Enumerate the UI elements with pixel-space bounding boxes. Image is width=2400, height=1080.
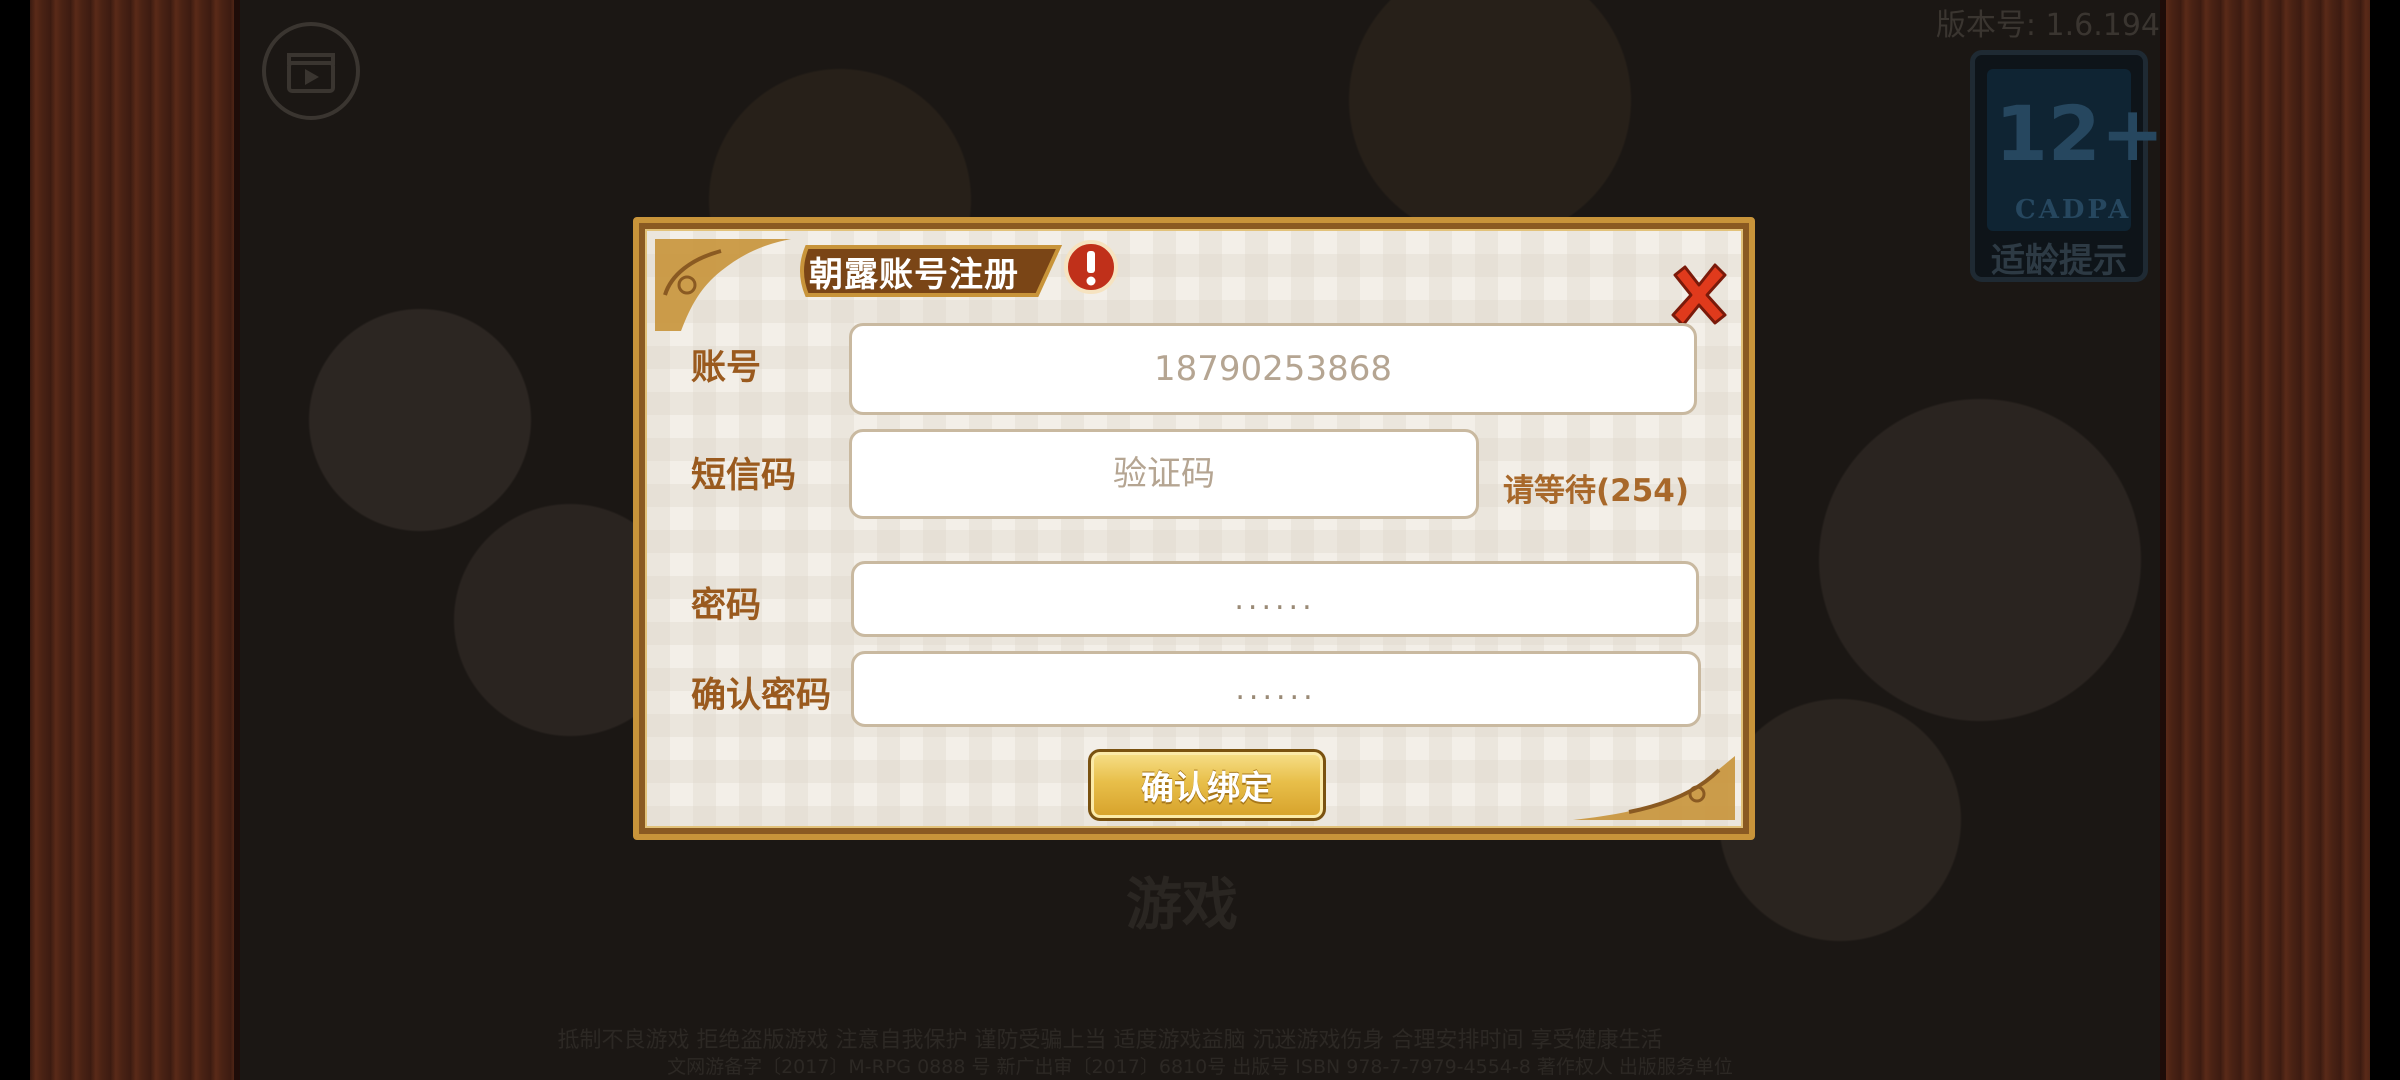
age-rating-panel: 12+ CADPA: [1987, 69, 2164, 231]
resend-countdown: 请等待(254): [1503, 473, 1690, 509]
dialog-body: 朝露账号注册 账号 短信码 请等待(254) 密码 ...... 确认密码 ..…: [645, 229, 1743, 828]
account-input[interactable]: [852, 348, 1694, 390]
video-icon[interactable]: [262, 22, 360, 120]
account-field[interactable]: [849, 323, 1697, 415]
register-dialog: 朝露账号注册 账号 短信码 请等待(254) 密码 ...... 确认密码 ..…: [633, 217, 1755, 840]
wood-frame-right: [2160, 0, 2370, 1080]
health-notice: 抵制不良游戏 拒绝盗版游戏 注意自我保护 谨防受骗上当 适度游戏益脑 沉迷游戏伤…: [557, 1028, 1663, 1053]
confirm-bind-button[interactable]: 确认绑定: [1088, 749, 1326, 821]
close-icon[interactable]: [1663, 259, 1735, 331]
game-logo-text: 游戏: [1126, 873, 1238, 938]
confirm-password-label: 确认密码: [691, 676, 832, 716]
age-rating-badge[interactable]: 12+ CADPA 适龄提示: [1970, 50, 2164, 282]
age-rating-org: CADPA: [2015, 195, 2132, 225]
dialog-title: 朝露账号注册: [809, 255, 1019, 295]
corner-ornament-bottom-right: [1573, 756, 1735, 820]
account-label: 账号: [691, 348, 762, 388]
age-rating-tip: 适龄提示: [1991, 241, 2127, 281]
sms-label: 短信码: [691, 456, 797, 496]
age-rating-number: 12+: [1995, 89, 2165, 178]
version-label: 版本号: 1.6.194: [1935, 8, 2160, 43]
warning-icon[interactable]: [1063, 239, 1119, 295]
password-label: 密码: [691, 586, 762, 626]
sms-code-input[interactable]: [852, 453, 1476, 495]
license-info: 文网游备字〔2017〕M-RPG 0888 号 新广出审〔2017〕6810号 …: [667, 1056, 1733, 1078]
password-field[interactable]: ......: [851, 561, 1699, 637]
corner-ornament-top-left: [655, 239, 791, 331]
confirm-password-field[interactable]: ......: [851, 651, 1701, 727]
confirm-password-mask: ......: [1235, 671, 1317, 707]
sms-code-field[interactable]: [849, 429, 1479, 519]
password-mask: ......: [1234, 581, 1316, 617]
clapperboard-icon: [287, 53, 335, 93]
wood-frame-left: [30, 0, 240, 1080]
